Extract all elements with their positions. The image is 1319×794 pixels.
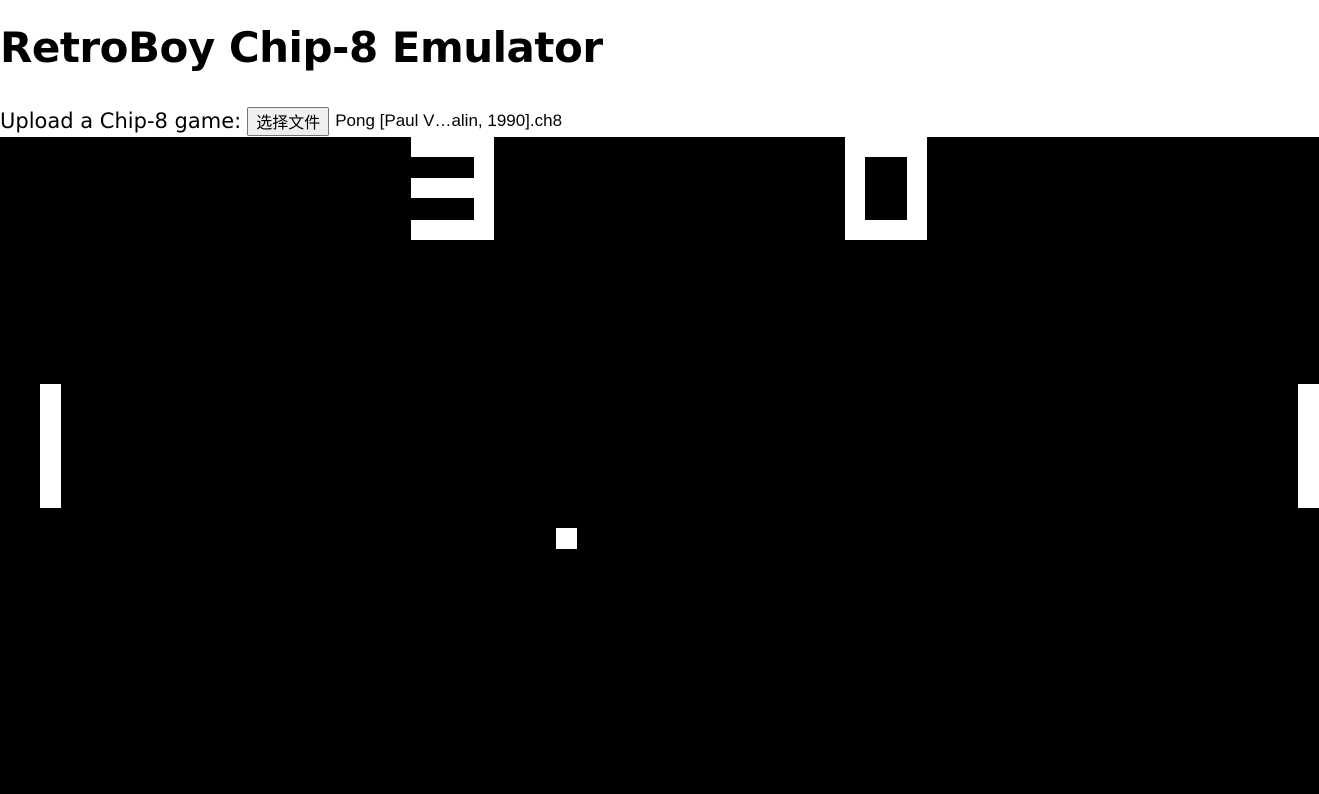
score-left-digit: [411, 137, 494, 240]
choose-file-button[interactable]: 选择文件: [247, 106, 330, 136]
ball: [556, 528, 577, 549]
right-paddle: [1298, 384, 1319, 508]
display-background: [0, 137, 1319, 794]
left-paddle: [40, 384, 61, 508]
upload-row: Upload a Chip-8 game: 选择文件 Pong [Paul V……: [0, 106, 562, 136]
page-title: RetroBoy Chip-8 Emulator: [0, 23, 603, 72]
upload-label: Upload a Chip-8 game:: [0, 109, 242, 133]
selected-file-name: Pong [Paul V…alin, 1990].ch8: [335, 111, 563, 130]
chip8-display: [0, 137, 1319, 794]
